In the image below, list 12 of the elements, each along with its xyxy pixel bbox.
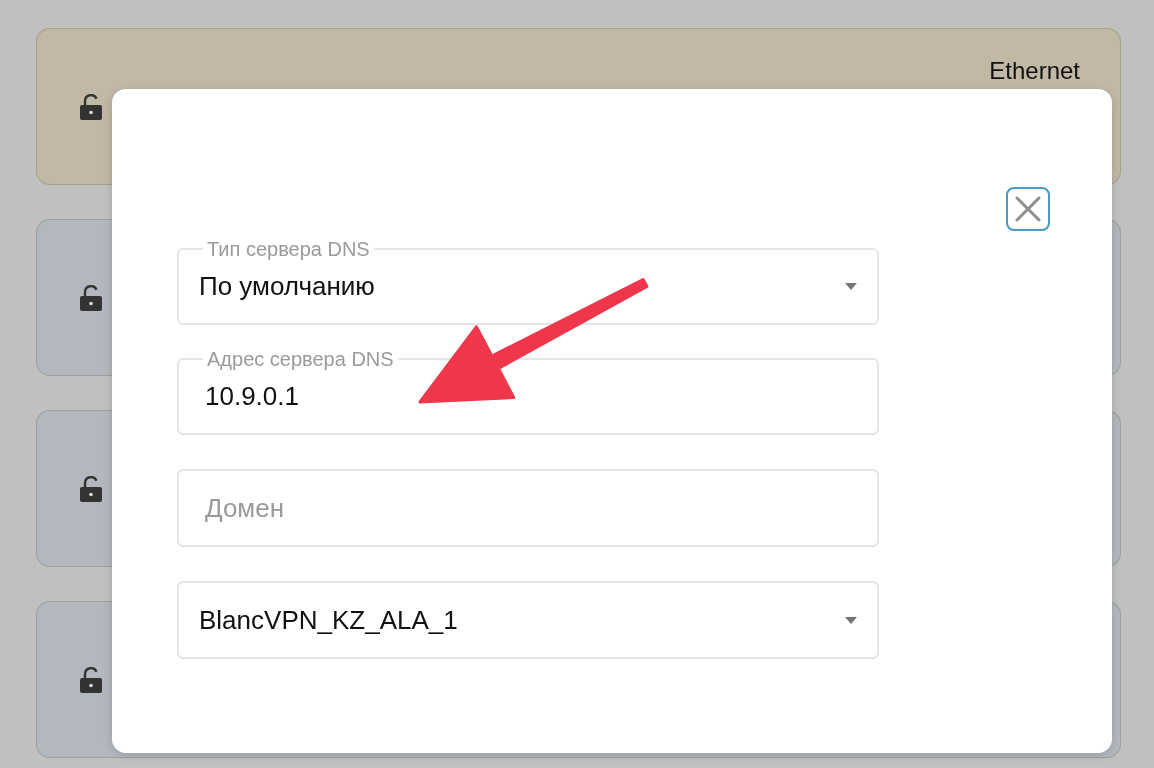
caret-icon (845, 282, 857, 290)
field-label: Адрес сервера DNS (206, 347, 395, 371)
unlocked-padlock-icon (80, 666, 102, 693)
close-button[interactable] (1006, 187, 1050, 231)
card-title: Ethernet (989, 57, 1080, 85)
close-icon (1013, 194, 1043, 224)
unlocked-padlock-icon (80, 475, 102, 502)
caret-icon (845, 616, 857, 624)
unlocked-padlock-icon (80, 93, 102, 120)
unlocked-padlock-icon (80, 284, 102, 311)
dropdown-field[interactable]: BlancVPN_KZ_ALA_1 (177, 581, 879, 659)
field-label: Тип сервера DNS (206, 237, 371, 261)
